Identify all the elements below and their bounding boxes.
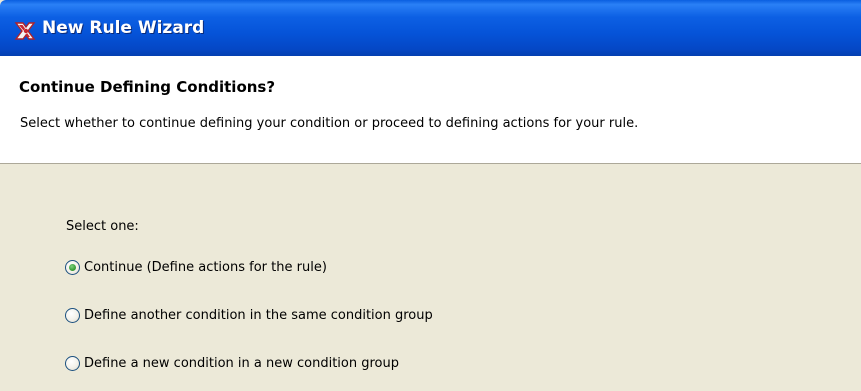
radio-button[interactable] xyxy=(65,308,80,323)
wizard-window: New Rule Wizard Continue Defining Condit… xyxy=(0,0,861,391)
option-continue-label[interactable]: Continue (Define actions for the rule) xyxy=(84,260,327,275)
page-title: Continue Defining Conditions? xyxy=(19,78,276,96)
rule-wizard-icon xyxy=(14,22,36,40)
select-one-label: Select one: xyxy=(66,219,139,234)
radio-button-checked[interactable] xyxy=(65,260,80,275)
option-new-group[interactable]: Define a new condition in a new conditio… xyxy=(65,356,399,371)
option-continue[interactable]: Continue (Define actions for the rule) xyxy=(65,260,327,275)
window-title: New Rule Wizard xyxy=(42,18,205,38)
wizard-header: Continue Defining Conditions? Select whe… xyxy=(0,56,861,164)
title-bar[interactable]: New Rule Wizard xyxy=(0,0,861,56)
option-new-group-label[interactable]: Define a new condition in a new conditio… xyxy=(84,356,399,371)
page-description: Select whether to continue defining your… xyxy=(20,116,639,131)
option-same-group-label[interactable]: Define another condition in the same con… xyxy=(84,308,433,323)
wizard-body: Select one: Continue (Define actions for… xyxy=(0,165,861,391)
radio-button[interactable] xyxy=(65,356,80,371)
option-same-group[interactable]: Define another condition in the same con… xyxy=(65,308,433,323)
